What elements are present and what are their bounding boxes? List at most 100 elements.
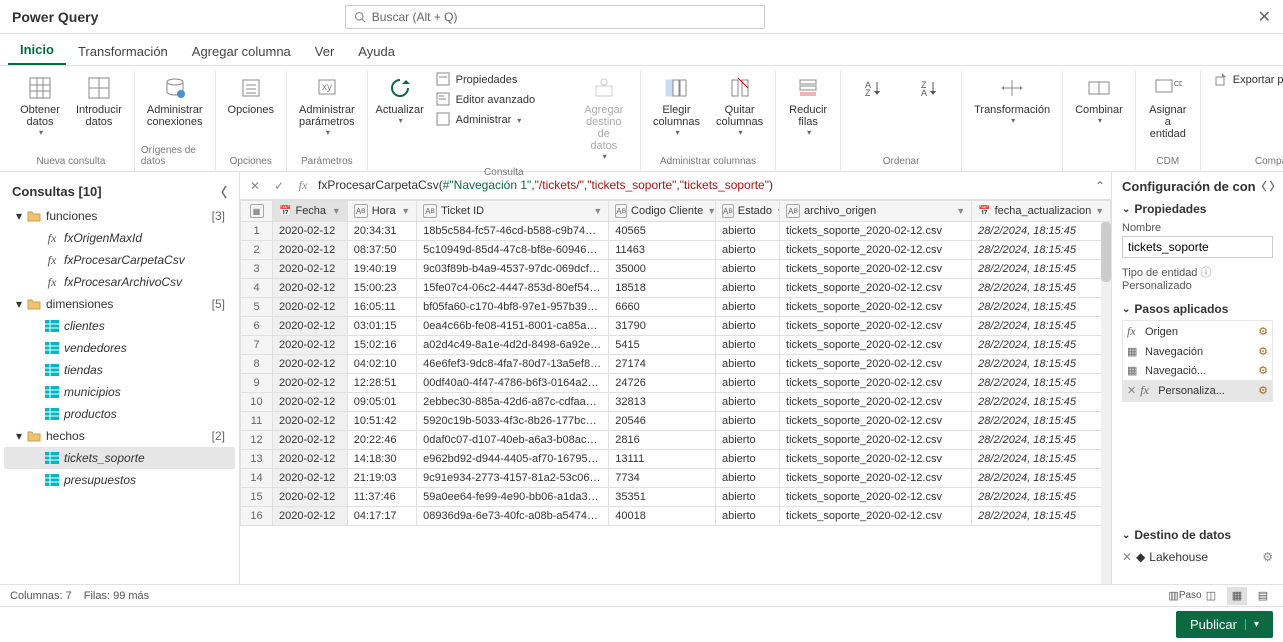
cell[interactable]: 28/2/2024, 18:15:45 — [972, 450, 1111, 469]
cell[interactable]: 16:05:11 — [347, 298, 416, 317]
close-button[interactable]: ✕ — [1258, 7, 1271, 27]
row-number[interactable]: 16 — [241, 507, 273, 526]
table-row[interactable]: 122020-02-1220:22:460daf0c07-d107-40eb-a… — [241, 431, 1111, 450]
propiedades-button[interactable]: Propiedades — [430, 70, 570, 90]
column-hora[interactable]: ABHora▼ — [347, 201, 416, 222]
table-row[interactable]: 152020-02-1211:37:4659a0ee64-fe99-4e90-b… — [241, 488, 1111, 507]
query-tiendas[interactable]: tiendas — [4, 359, 235, 381]
info-icon[interactable]: ⓘ — [1201, 267, 1212, 279]
cell[interactable]: 20:34:31 — [347, 222, 416, 241]
cell[interactable]: tickets_soporte_2020-02-12.csv — [780, 488, 972, 507]
combinar-button[interactable]: Combinar — [1069, 70, 1129, 165]
cell[interactable]: tickets_soporte_2020-02-12.csv — [780, 393, 972, 412]
cell[interactable]: abierto — [715, 431, 779, 450]
cell[interactable]: 40565 — [609, 222, 716, 241]
cell[interactable]: 2020-02-12 — [273, 488, 348, 507]
sort-asc-button[interactable]: AZ — [847, 70, 899, 154]
props-section-header[interactable]: ⌄Propiedades — [1122, 202, 1273, 216]
cell[interactable]: abierto — [715, 507, 779, 526]
tab-agregar-columna[interactable]: Agregar columna — [180, 38, 303, 65]
formula-text[interactable]: fxProcesarCarpetaCsv(#"Navegación 1","/t… — [318, 178, 1089, 193]
cell[interactable]: 28/2/2024, 18:15:45 — [972, 317, 1111, 336]
cell[interactable]: 15:00:23 — [347, 279, 416, 298]
step-navegación[interactable]: ▦Navegación⚙ — [1123, 342, 1272, 361]
cell[interactable]: abierto — [715, 450, 779, 469]
grid-view-button[interactable]: ▦ — [1227, 587, 1247, 605]
exportar-plantilla-button[interactable]: Exportar plantilla — [1207, 70, 1283, 90]
tab-ayuda[interactable]: Ayuda — [346, 38, 407, 65]
table-row[interactable]: 162020-02-1204:17:1708936d9a-6e73-40fc-a… — [241, 507, 1111, 526]
cell[interactable]: 21:19:03 — [347, 469, 416, 488]
table-row[interactable]: 12020-02-1220:34:3118b5c584-fc57-46cd-b5… — [241, 222, 1111, 241]
editor-avanzado-button[interactable]: Editor avanzado — [430, 90, 570, 110]
cell[interactable]: 59a0ee64-fe99-4e90-bb06-a1da322f... — [417, 488, 609, 507]
cell[interactable]: 35000 — [609, 260, 716, 279]
publish-button[interactable]: Publicar▾ — [1176, 611, 1273, 638]
cell[interactable]: 20546 — [609, 412, 716, 431]
cell[interactable]: abierto — [715, 488, 779, 507]
cell[interactable]: 2020-02-12 — [273, 222, 348, 241]
cell[interactable]: tickets_soporte_2020-02-12.csv — [780, 469, 972, 488]
folder-funciones[interactable]: ▾funciones[3] — [4, 205, 235, 227]
cell[interactable]: 28/2/2024, 18:15:45 — [972, 507, 1111, 526]
cell[interactable]: tickets_soporte_2020-02-12.csv — [780, 260, 972, 279]
row-number[interactable]: 4 — [241, 279, 273, 298]
row-number[interactable]: 9 — [241, 374, 273, 393]
cell[interactable]: abierto — [715, 393, 779, 412]
cell[interactable]: tickets_soporte_2020-02-12.csv — [780, 279, 972, 298]
table-row[interactable]: 82020-02-1204:02:1046e6fef3-9dc8-4fa7-80… — [241, 355, 1111, 374]
cell[interactable]: 11463 — [609, 241, 716, 260]
query-clientes[interactable]: clientes — [4, 315, 235, 337]
cell[interactable]: a02d4c49-8a1e-4d2d-8498-6a92e878... — [417, 336, 609, 355]
cell[interactable]: 15fe07c4-06c2-4447-853d-80ef5401... — [417, 279, 609, 298]
cell[interactable]: 28/2/2024, 18:15:45 — [972, 355, 1111, 374]
row-number[interactable]: 14 — [241, 469, 273, 488]
table-row[interactable]: 112020-02-1210:51:425920c19b-5033-4f3c-8… — [241, 412, 1111, 431]
cell[interactable]: 31790 — [609, 317, 716, 336]
name-input[interactable] — [1122, 236, 1273, 258]
introducir-datos-button[interactable]: Introducir datos — [70, 70, 128, 154]
cell[interactable]: abierto — [715, 317, 779, 336]
cell[interactable]: tickets_soporte_2020-02-12.csv — [780, 317, 972, 336]
folder-dimensiones[interactable]: ▾dimensiones[5] — [4, 293, 235, 315]
query-fxProcesarCarpetaCsv[interactable]: fxfxProcesarCarpetaCsv — [4, 249, 235, 271]
row-header-corner[interactable]: ▦ — [241, 201, 273, 222]
cell[interactable]: tickets_soporte_2020-02-12.csv — [780, 241, 972, 260]
cell[interactable]: 15:02:16 — [347, 336, 416, 355]
cell[interactable]: 14:18:30 — [347, 450, 416, 469]
cell[interactable]: abierto — [715, 469, 779, 488]
cell[interactable]: abierto — [715, 355, 779, 374]
cell[interactable]: tickets_soporte_2020-02-12.csv — [780, 412, 972, 431]
cell[interactable]: abierto — [715, 279, 779, 298]
administrar-button[interactable]: Administrar — [430, 110, 570, 130]
table-row[interactable]: 132020-02-1214:18:30e962bd92-d944-4405-a… — [241, 450, 1111, 469]
column-fecha_actualizacion[interactable]: 📅fecha_actualizacion▼ — [972, 201, 1111, 222]
cell[interactable]: 5920c19b-5033-4f3c-8b26-177bccad... — [417, 412, 609, 431]
cell[interactable]: 28/2/2024, 18:15:45 — [972, 222, 1111, 241]
diagram-view-button[interactable]: ◫ — [1201, 587, 1221, 605]
vertical-scrollbar[interactable] — [1101, 222, 1111, 584]
cell[interactable]: tickets_soporte_2020-02-12.csv — [780, 355, 972, 374]
cell[interactable]: 28/2/2024, 18:15:45 — [972, 488, 1111, 507]
quitar-columnas-button[interactable]: Quitar columnas — [710, 70, 769, 154]
cell[interactable]: 9c91e934-2773-4157-81a2-53c06445... — [417, 469, 609, 488]
steps-section-header[interactable]: ⌄Pasos aplicados — [1122, 302, 1273, 316]
step-navegació[interactable]: ▦Navegació...⚙ — [1123, 361, 1272, 380]
cell[interactable]: 28/2/2024, 18:15:45 — [972, 260, 1111, 279]
cell[interactable]: 32813 — [609, 393, 716, 412]
table-row[interactable]: 42020-02-1215:00:2315fe07c4-06c2-4447-85… — [241, 279, 1111, 298]
commit-formula-icon[interactable]: ✓ — [270, 177, 288, 195]
cell[interactable]: 2020-02-12 — [273, 279, 348, 298]
cell[interactable]: tickets_soporte_2020-02-12.csv — [780, 222, 972, 241]
publish-dropdown[interactable]: ▾ — [1245, 619, 1259, 630]
step-personaliza[interactable]: ✕fxPersonaliza...⚙ — [1123, 380, 1272, 401]
tab-transformación[interactable]: Transformación — [66, 38, 180, 65]
row-number[interactable]: 2 — [241, 241, 273, 260]
transformación-button[interactable]: Transformación — [968, 70, 1056, 165]
reducir-filas-button[interactable]: Reducir filas — [782, 70, 834, 165]
row-number[interactable]: 10 — [241, 393, 273, 412]
cell[interactable]: 2020-02-12 — [273, 412, 348, 431]
fx-icon[interactable]: fx — [294, 177, 312, 195]
search-box[interactable]: Buscar (Alt + Q) — [345, 5, 765, 29]
query-productos[interactable]: productos — [4, 403, 235, 425]
